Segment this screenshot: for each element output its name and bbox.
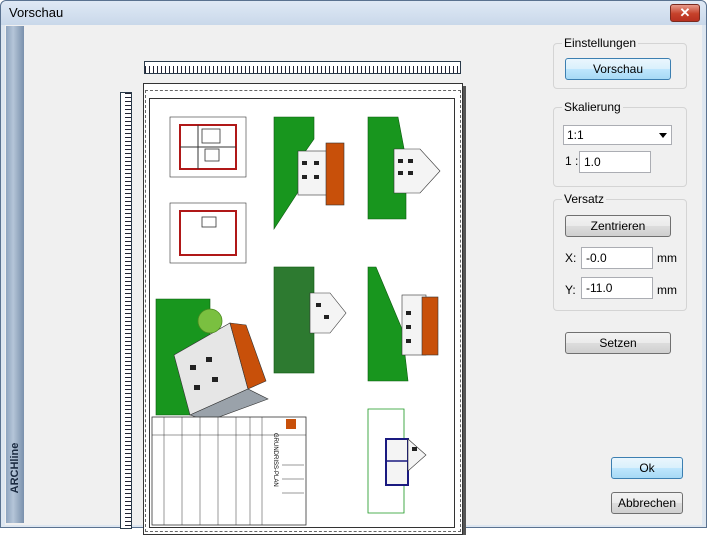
dialog-client: ARCHline GRUNDRISS-PLAN Einstellungen Vo… [5, 25, 702, 535]
close-button[interactable]: ✕ [670, 4, 700, 22]
y-unit-label: mm [657, 283, 677, 297]
scale-prefix-label: 1 : [565, 154, 579, 168]
ok-button[interactable]: Ok [611, 457, 683, 479]
brand-label: ARCHline [9, 442, 21, 494]
elevation-north [367, 116, 441, 220]
einstellungen-label: Einstellungen [562, 36, 639, 50]
skalierung-group: Skalierung [553, 100, 687, 187]
preview-dialog: Vorschau ✕ ARCHline GRUNDRISS-PLAN Einst… [0, 0, 707, 535]
vertical-ruler [120, 92, 132, 529]
section-drawing [367, 408, 427, 514]
x-offset-input[interactable]: -0.0 [581, 247, 653, 269]
chevron-down-icon [659, 133, 667, 138]
elevation-east [273, 116, 345, 231]
elevation-south [367, 266, 439, 382]
horizontal-ruler [144, 61, 461, 74]
y-offset-input[interactable]: -11.0 [581, 277, 653, 299]
scale-select-value: 1:1 [567, 128, 584, 142]
drawing-frame: GRUNDRISS-PLAN [149, 98, 455, 528]
close-icon: ✕ [679, 5, 691, 20]
title-bar[interactable]: Vorschau ✕ [1, 1, 706, 25]
y-label: Y: [565, 283, 576, 297]
window-title: Vorschau [9, 5, 64, 20]
brand-strip: ARCHline [6, 26, 24, 523]
x-unit-label: mm [657, 251, 677, 265]
versatz-label: Versatz [562, 192, 607, 206]
x-label: X: [565, 251, 577, 265]
skalierung-label: Skalierung [562, 100, 623, 114]
floor-plan-lower [169, 202, 247, 264]
title-block: GRUNDRISS-PLAN [151, 416, 307, 526]
drawing-content: GRUNDRISS-PLAN [151, 116, 441, 526]
scale-value-input[interactable]: 1.0 [579, 151, 651, 173]
floor-plan-upper [169, 116, 247, 178]
elevation-west [273, 266, 347, 374]
abbrechen-button[interactable]: Abbrechen [611, 492, 683, 514]
title-block-text: GRUNDRISS-PLAN [272, 433, 278, 487]
zentrieren-button[interactable]: Zentrieren [565, 215, 671, 237]
perspective-view [155, 298, 269, 422]
vorschau-button[interactable]: Vorschau [565, 58, 671, 80]
scale-select[interactable]: 1:1 [563, 125, 672, 145]
setzen-button[interactable]: Setzen [565, 332, 671, 354]
print-preview-page: GRUNDRISS-PLAN [143, 83, 463, 535]
